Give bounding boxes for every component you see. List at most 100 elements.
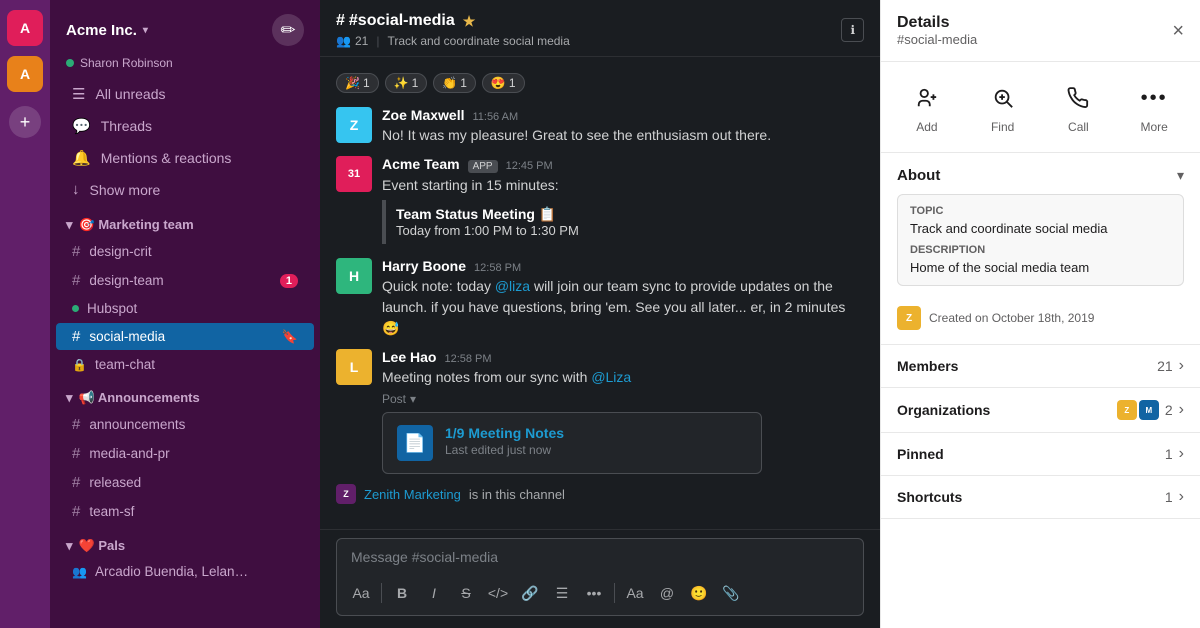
mention[interactable]: @Liza (591, 369, 631, 385)
details-actions: Add Find Call ••• More (881, 62, 1200, 153)
message-author: Acme Team (382, 156, 460, 172)
members-row[interactable]: Members 21 › (881, 345, 1200, 388)
pinned-row[interactable]: Pinned 1 › (881, 433, 1200, 476)
strikethrough-button[interactable]: S (452, 579, 480, 607)
message-input-box: Aa B I S </> 🔗 ☰ ••• Aa @ 🙂 📎 (336, 538, 864, 616)
shortcuts-row[interactable]: Shortcuts 1 › (881, 476, 1200, 519)
zenith-row: Z Zenith Marketing is in this channel (336, 480, 864, 508)
reactions-bar: 🎉 1 ✨ 1 👏 1 😍 1 (336, 69, 864, 101)
hash-icon: # (72, 328, 80, 345)
reaction-emoji: 😍 (491, 76, 506, 90)
add-person-icon (909, 80, 945, 116)
message-row: L Lee Hao 12:58 PM Meeting notes from ou… (336, 345, 864, 478)
show-more-icon: ↓ (72, 181, 80, 198)
reaction-clap[interactable]: 👏 1 (433, 73, 476, 93)
new-message-button[interactable]: ✏ (272, 14, 304, 46)
organizations-row[interactable]: Organizations Z M 2 › (881, 388, 1200, 433)
chat-header-actions: ℹ (841, 18, 864, 42)
workspace-icon-1[interactable]: A (7, 10, 43, 46)
post-card[interactable]: 📄 1/9 Meeting Notes Last edited just now (382, 412, 762, 474)
org-avatars: Z M (1117, 400, 1159, 420)
reaction-sparkle[interactable]: ✨ 1 (385, 73, 428, 93)
threads-icon: 💬 (72, 117, 91, 135)
unread-badge: 1 (280, 274, 298, 288)
detail-action-add[interactable]: Add (899, 74, 955, 140)
channel-social-media[interactable]: # social-media 🔖 (56, 323, 314, 350)
more-action-label: More (1140, 120, 1167, 134)
about-section: About ▾ Topic Track and coordinate socia… (881, 153, 1200, 345)
text-size-button[interactable]: Aa (621, 579, 649, 607)
list-button[interactable]: ☰ (548, 579, 576, 607)
organizations-count: 2 (1165, 402, 1173, 418)
channel-team-chat[interactable]: 🔒 team-chat (56, 352, 314, 377)
message-header: Lee Hao 12:58 PM (382, 349, 864, 365)
bold-button[interactable]: B (388, 579, 416, 607)
avatar: H (336, 258, 372, 294)
message-text: No! It was my pleasure! Great to see the… (382, 125, 864, 146)
avatar: L (336, 349, 372, 385)
nav-threads[interactable]: 💬 Threads (56, 111, 314, 141)
members-row-left: Members (897, 358, 958, 374)
more-icon: ••• (1136, 80, 1172, 116)
message-content: Harry Boone 12:58 PM Quick note: today @… (382, 258, 864, 339)
post-label[interactable]: Post ▾ (382, 392, 864, 406)
italic-button[interactable]: I (420, 579, 448, 607)
channel-design-team[interactable]: # design-team 1 (56, 267, 314, 294)
info-button[interactable]: ℹ (841, 18, 864, 42)
post-file-icon: 📄 (397, 425, 433, 461)
channel-announcements[interactable]: # announcements (56, 411, 314, 438)
detail-action-call[interactable]: Call (1050, 74, 1106, 140)
section-marketing-team[interactable]: ▾ 🎯 Marketing team (50, 205, 320, 237)
reaction-count: 1 (363, 76, 370, 90)
close-details-button[interactable]: × (1172, 21, 1184, 41)
section-announcements[interactable]: ▾ 📢 Announcements (50, 378, 320, 410)
section-collapse-icon: ▾ (66, 538, 73, 554)
nav-all-unreads[interactable]: ☰ All unreads (56, 79, 314, 109)
detail-action-more[interactable]: ••• More (1126, 74, 1182, 140)
members-count: 21 (1157, 358, 1173, 374)
find-icon (985, 80, 1021, 116)
pinned-chevron-icon: › (1179, 445, 1184, 463)
channel-team-sf[interactable]: # team-sf (56, 498, 314, 525)
more-format-button[interactable]: ••• (580, 579, 608, 607)
add-action-label: Add (916, 120, 937, 134)
creator-row: Z Created on October 18th, 2019 (881, 298, 1200, 344)
hash-icon: # (72, 272, 80, 289)
chat-area: # #social-media ★ 👥 21 | Track and coord… (320, 0, 880, 628)
organizations-row-left: Organizations (897, 402, 990, 418)
link-button[interactable]: 🔗 (516, 579, 544, 607)
reaction-heart-eyes[interactable]: 😍 1 (482, 73, 525, 93)
about-section-header[interactable]: About ▾ (881, 153, 1200, 194)
star-icon[interactable]: ★ (463, 13, 476, 30)
reaction-party[interactable]: 🎉 1 (336, 73, 379, 93)
workspace-icon-2[interactable]: A (7, 56, 43, 92)
message-input[interactable] (337, 539, 863, 575)
nav-show-more[interactable]: ↓ Show more (56, 175, 314, 204)
add-workspace-button[interactable]: + (9, 106, 41, 138)
message-author: Harry Boone (382, 258, 466, 274)
channel-hubspot[interactable]: Hubspot (56, 296, 314, 321)
quote-title: Team Status Meeting 📋 (396, 206, 854, 223)
workspace-name[interactable]: Acme Inc. ▾ (66, 22, 148, 39)
active-dot-icon (72, 305, 79, 312)
organizations-label: Organizations (897, 402, 990, 418)
section-pals[interactable]: ▾ ❤️ Pals (50, 526, 320, 558)
attachment-button[interactable]: 📎 (717, 579, 745, 607)
hash-icon: # (72, 416, 80, 433)
channel-released[interactable]: # released (56, 469, 314, 496)
members-chevron-icon: › (1179, 357, 1184, 375)
shortcuts-count: 1 (1165, 489, 1173, 505)
format-button[interactable]: Aa (347, 579, 375, 607)
mention-button[interactable]: @ (653, 579, 681, 607)
reaction-count: 1 (460, 76, 467, 90)
mention[interactable]: @liza (495, 278, 530, 294)
code-button[interactable]: </> (484, 579, 512, 607)
reaction-emoji: 👏 (442, 76, 457, 90)
channel-media-and-pr[interactable]: # media-and-pr (56, 440, 314, 467)
nav-mentions-reactions[interactable]: 🔔 Mentions & reactions (56, 143, 314, 173)
pinned-row-left: Pinned (897, 446, 944, 462)
emoji-button[interactable]: 🙂 (685, 579, 713, 607)
dm-arcadio[interactable]: 👥 Arcadio Buendia, Leland Ygle... (56, 559, 314, 584)
channel-design-crit[interactable]: # design-crit (56, 238, 314, 265)
detail-action-find[interactable]: Find (975, 74, 1031, 140)
